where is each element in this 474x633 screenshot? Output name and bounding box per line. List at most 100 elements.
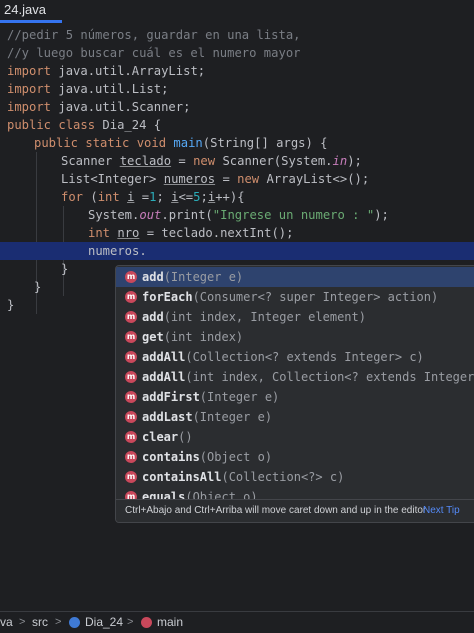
completion-item[interactable]: m add(Integer e) [116,267,474,287]
method-icon: m [125,351,137,363]
code-line-11: System.out.print("Ingrese un numero : ")… [0,206,474,224]
breadcrumb-src[interactable]: src [32,612,48,633]
active-tab-indicator [0,20,62,23]
chevron-right-icon: > [127,616,134,628]
method-name: addLast [142,410,193,424]
navigation-bar: va > src > Dia_24 > main [0,611,474,633]
method-name: forEach [142,290,193,304]
brace: } [7,298,15,312]
code-text: = teclado.nextInt(); [139,226,294,240]
code-text: java.util.List; [51,82,169,96]
variable: teclado [119,154,172,168]
keyword: import [7,82,52,96]
class-icon [69,617,80,628]
number: 5 [193,190,201,204]
code-text: Dia_24 { [95,118,162,132]
code-line-12: int nro = teclado.nextInt(); [0,224,474,242]
method-name: add [142,310,164,324]
completion-item[interactable]: m addFirst(Integer e) [116,387,474,407]
completion-item[interactable]: m addLast(Integer e) [116,407,474,427]
breadcrumb-method[interactable]: main [157,612,183,633]
method-params: (int index, Collection<? extends Integer… [185,370,474,384]
method-name: get [142,330,164,344]
method-icon: m [125,331,137,343]
completion-item[interactable]: m forEach(Consumer<? super Integer> actio… [116,287,474,307]
method-params: (int index, Integer element) [163,310,366,324]
code-line-7: public static void main(String[] args) { [0,134,474,152]
code-text: Scanner(System. [215,154,333,168]
method-params: (int index) [163,330,244,344]
code-line-1: //pedir 5 números, guardar en una lista, [0,26,474,44]
keyword: new [193,154,216,168]
keyword: public class [7,118,96,132]
code-text: (String[] args) { [202,136,328,150]
next-tip-link[interactable]: Next Tip [423,500,460,522]
static-field: out [139,208,162,222]
code-text: = [134,190,150,204]
keyword: for [61,190,84,204]
code-line-9: List<Integer> numeros = new ArrayList<>(… [0,170,474,188]
completion-item[interactable]: m contains(Object o) [116,447,474,467]
code-text: ++){ [215,190,245,204]
method-icon: m [125,411,137,423]
code-line-10: for (int i =1; i<=5;i++){ [0,188,474,206]
code-text: java.util.ArrayList; [51,64,206,78]
keyword: new [237,172,260,186]
method-icon: m [125,371,137,383]
editor-tab-bar: 24.java [0,0,474,24]
chevron-right-icon: > [19,616,26,628]
method-params: (Integer e) [199,390,280,404]
code-line-2: //y luego buscar cuál es el numero mayor [0,44,474,62]
method-icon: m [125,271,137,283]
breadcrumb-module[interactable]: va [0,612,13,633]
variable: nro [117,226,140,240]
completion-hint: Ctrl+Abajo and Ctrl+Arriba will move car… [125,505,427,516]
keyword: import [7,100,52,114]
completion-item[interactable]: m addAll(Collection<? extends Integer> c) [116,347,474,367]
code-completion-popup[interactable]: m add(Integer e) m forEach(Consumer<? supe… [115,265,474,523]
code-text: ; [200,190,208,204]
method-icon: m [125,451,137,463]
code-line-5: import java.util.Scanner; [0,98,474,116]
method-params: (Collection<?> c) [221,470,345,484]
method-params: (Collection<? extends Integer> c) [185,350,424,364]
brace: } [34,280,42,294]
completion-item[interactable]: m containsAll(Collection<?> c) [116,467,474,487]
code-text: ArrayList<>(); [259,172,370,186]
code-text: ; [156,190,172,204]
code-line-4: import java.util.List; [0,80,474,98]
method-icon: m [125,471,137,483]
code-line-6: public class Dia_24 { [0,116,474,134]
tab-file-name: 24.java [4,2,46,17]
code-text: <= [178,190,194,204]
brace: } [61,262,69,276]
code-text: .print( [161,208,213,222]
method-name: addAll [142,370,186,384]
completion-item[interactable]: m add(int index, Integer element) [116,307,474,327]
method-name: contains [142,450,200,464]
variable: numeros [163,172,216,186]
completion-item[interactable]: m clear() [116,427,474,447]
code-text: List<Integer> [61,172,164,186]
completion-footer: Ctrl+Abajo and Ctrl+Arriba will move car… [116,499,474,522]
code-line-13-current[interactable]: numeros. [0,242,474,260]
comment: //pedir 5 números, guardar en una lista, [7,28,301,42]
keyword: int [97,190,120,204]
completion-item[interactable]: m get(int index) [116,327,474,347]
method-params: (Object o) [199,450,273,464]
code-text: numeros. [88,244,147,258]
code-text: ); [374,208,389,222]
method-icon: m [125,431,137,443]
completion-item[interactable]: m addAll(int index, Collection<? extends … [116,367,474,387]
breadcrumb-class[interactable]: Dia_24 [85,612,123,633]
method-name: containsAll [142,470,222,484]
code-text: = [171,154,194,168]
editor-tab[interactable]: 24.java [0,0,60,22]
method-name: main [173,136,203,150]
method-name: add [142,270,164,284]
method-icon: m [125,311,137,323]
method-params: (Integer e) [163,270,244,284]
static-field: in [332,154,348,168]
code-text: java.util.Scanner; [51,100,191,114]
